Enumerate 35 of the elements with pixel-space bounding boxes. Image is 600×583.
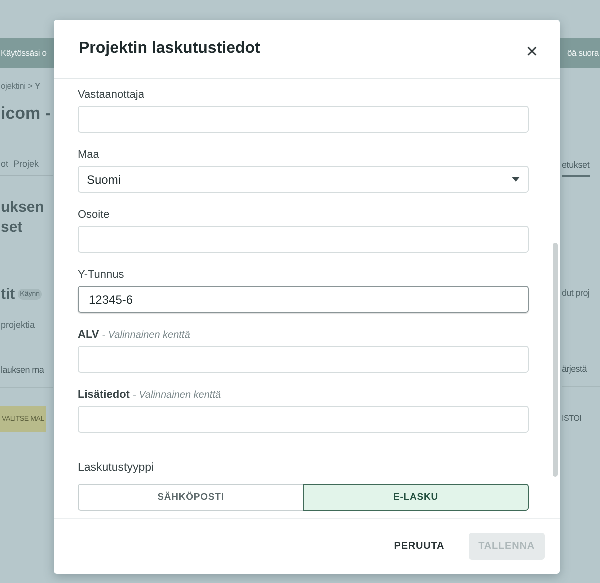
filter-link[interactable]: dut proj (562, 288, 590, 300)
caret-icon (512, 177, 520, 182)
segment-option[interactable]: SÄHKÖPOSTI (78, 484, 303, 511)
field-label: Vastaanottaja (78, 89, 146, 102)
page-title: icom - (0, 103, 52, 125)
list-subtitle: projektia (0, 320, 36, 332)
field-label: Y-Tunnus (78, 269, 126, 282)
input-field[interactable]: 12345-6 (78, 286, 529, 313)
section-title: uksen (1, 198, 44, 218)
field-label: Maa (78, 149, 100, 162)
close-button[interactable]: × (522, 40, 542, 64)
cancel-button[interactable]: PERUUTA (384, 533, 455, 560)
list-title: tit (1, 286, 16, 302)
tab[interactable]: ot (1, 159, 9, 169)
input-field[interactable] (78, 406, 529, 433)
input-field[interactable] (78, 226, 529, 253)
scrollbar[interactable] (553, 243, 558, 477)
breadcrumb: ojektini > Y (0, 81, 40, 93)
banner-text: öä suora (568, 48, 600, 58)
field-label: Osoite (78, 209, 111, 222)
field-label: ALV - Valinnainen kenttä (78, 329, 192, 342)
input-field[interactable] (78, 346, 529, 373)
tab[interactable]: etukset (562, 155, 590, 177)
field-label: Laskutustyyppi (78, 462, 156, 475)
text-button[interactable]: ISTOI (562, 405, 582, 431)
field-label: Lisätiedot - Valinnainen kenttä (78, 389, 222, 402)
country-select[interactable]: Suomi (78, 166, 529, 193)
sort-label: ärjestä (562, 364, 587, 374)
segment-option[interactable]: E-LASKU (303, 484, 529, 511)
banner-text: Käytössäsi o (0, 48, 47, 58)
tab[interactable]: Projek (14, 159, 40, 169)
sort-label: lauksen ma (1, 365, 44, 375)
dialog-title: Projektin laskutustiedot (79, 40, 260, 58)
section-title: set (1, 218, 24, 238)
input-field[interactable] (78, 106, 529, 133)
